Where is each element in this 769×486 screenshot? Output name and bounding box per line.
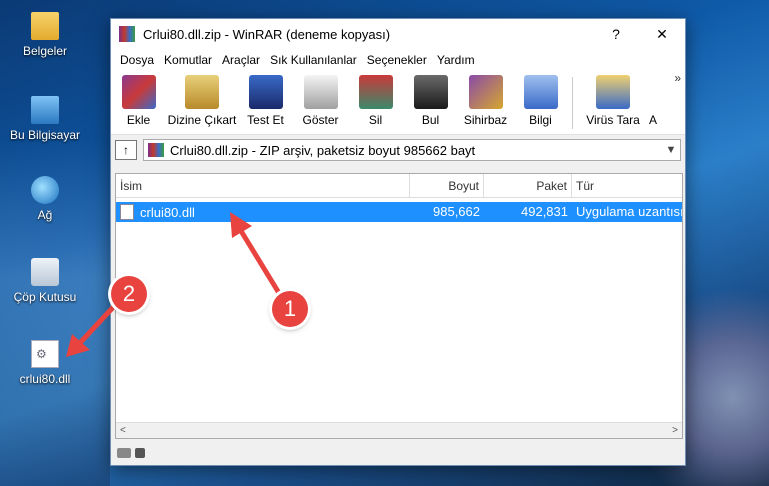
annotation-badge-1: 1	[272, 291, 308, 327]
arrow-1-line	[235, 224, 285, 300]
arrow-2-line	[76, 300, 120, 347]
annotation-arrows	[66, 212, 285, 357]
annotation-badge-2: 2	[111, 276, 147, 312]
